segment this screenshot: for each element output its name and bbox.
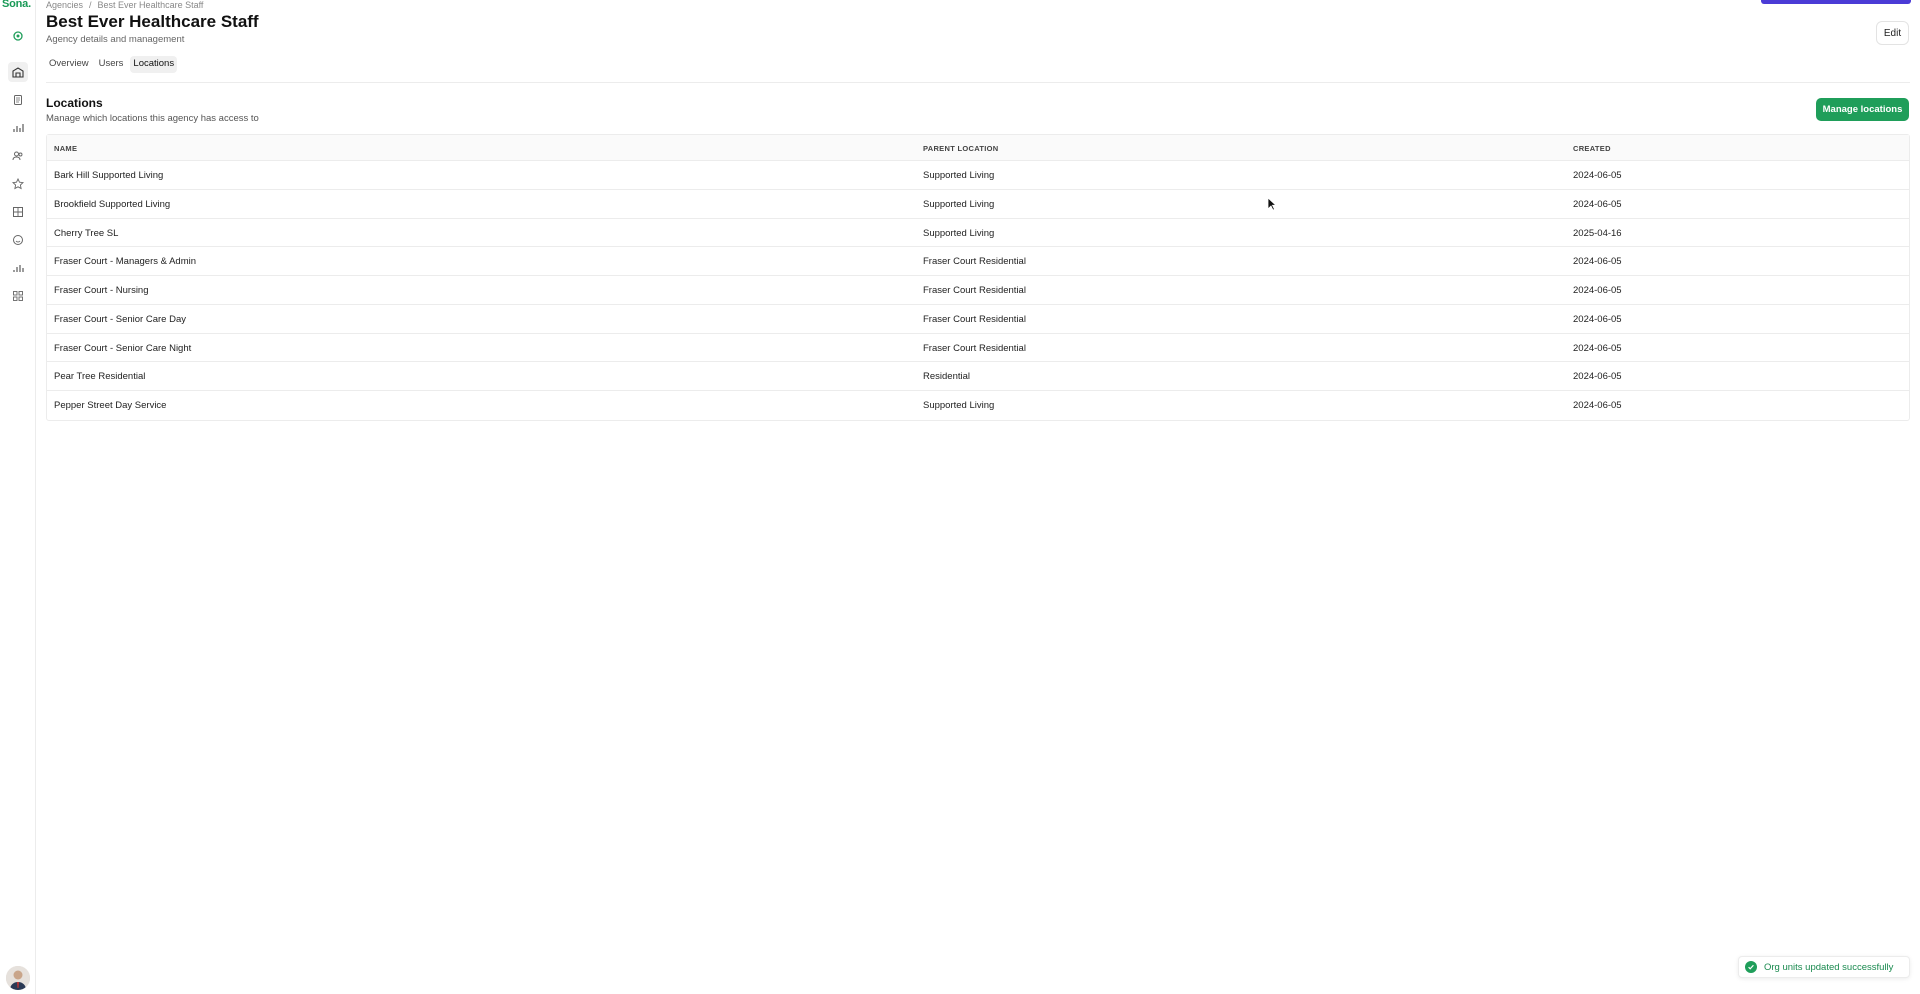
table-row[interactable]: Pear Tree Residential Residential 2024-0…: [47, 362, 1909, 391]
table-row[interactable]: Cherry Tree SL Supported Living 2025-04-…: [47, 219, 1909, 248]
table-header: NAME PARENT LOCATION CREATED: [47, 135, 1909, 161]
tab-locations[interactable]: Locations: [130, 56, 178, 73]
cell-name: Bark Hill Supported Living: [54, 170, 164, 181]
cell-parent: Supported Living: [923, 227, 995, 239]
cell-created: 2024-06-05: [1573, 256, 1622, 268]
column-header-name[interactable]: NAME: [54, 144, 77, 153]
user-avatar[interactable]: [6, 966, 30, 990]
top-accent-bar: [1761, 0, 1911, 4]
tab-overview[interactable]: Overview: [46, 56, 92, 73]
section-subtitle: Manage which locations this agency has a…: [46, 113, 259, 124]
table-row[interactable]: Fraser Court - Senior Care Night Fraser …: [47, 334, 1909, 363]
cell-parent: Fraser Court Residential: [923, 342, 1026, 354]
locations-table: NAME PARENT LOCATION CREATED Bark Hill S…: [46, 134, 1910, 421]
cell-name: Cherry Tree SL: [54, 227, 119, 239]
cell-created: 2024-06-05: [1573, 285, 1622, 296]
cell-parent: Fraser Court Residential: [923, 256, 1026, 268]
bar-chart-icon[interactable]: [8, 118, 28, 138]
cell-name: Fraser Court - Nursing: [54, 285, 149, 296]
cell-name: Brookfield Supported Living: [54, 198, 171, 210]
check-circle-icon: [1745, 961, 1757, 973]
edit-button[interactable]: Edit: [1876, 21, 1909, 45]
table-row[interactable]: Brookfield Supported Living Supported Li…: [47, 190, 1909, 219]
tab-bar: Overview Users Locations: [46, 56, 178, 73]
breadcrumb-current: Best Ever Healthcare Staff: [97, 0, 204, 10]
cell-parent: Residential: [923, 371, 970, 383]
cell-created: 2024-06-05: [1573, 342, 1622, 354]
cell-parent: Fraser Court Residential: [923, 285, 1026, 296]
column-header-created[interactable]: CREATED: [1573, 144, 1611, 153]
cell-name: Pepper Street Day Service: [54, 400, 167, 411]
breadcrumb-separator: /: [89, 0, 92, 10]
tab-users[interactable]: Users: [96, 56, 127, 73]
users-icon[interactable]: [8, 146, 28, 166]
documents-icon[interactable]: [8, 90, 28, 110]
cell-name: Fraser Court - Managers & Admin: [54, 256, 197, 268]
smile-icon[interactable]: [8, 230, 28, 250]
table-row[interactable]: Bark Hill Supported Living Supported Liv…: [47, 161, 1909, 190]
cell-created: 2024-06-05: [1573, 371, 1622, 383]
analytics-icon[interactable]: [8, 258, 28, 278]
page-title: Best Ever Healthcare Staff: [46, 12, 259, 31]
cell-created: 2025-04-16: [1573, 227, 1622, 239]
table-row[interactable]: Fraser Court - Senior Care Day Fraser Co…: [47, 305, 1909, 334]
table-row[interactable]: Fraser Court - Managers & Admin Fraser C…: [47, 247, 1909, 276]
section-title: Locations: [46, 96, 103, 110]
building-icon[interactable]: [8, 62, 28, 82]
cell-created: 2024-06-05: [1573, 313, 1622, 325]
app-logo[interactable]: Sona.: [2, 0, 31, 10]
sidebar: Sona.: [0, 0, 36, 994]
home-icon[interactable]: [8, 26, 28, 46]
column-header-parent-location[interactable]: PARENT LOCATION: [923, 144, 998, 153]
table-row[interactable]: Fraser Court - Nursing Fraser Court Resi…: [47, 276, 1909, 305]
header-divider: [46, 82, 1910, 83]
cell-parent: Fraser Court Residential: [923, 313, 1026, 325]
grid-icon[interactable]: [8, 202, 28, 222]
breadcrumb-agencies-link[interactable]: Agencies: [46, 0, 83, 10]
cell-created: 2024-06-05: [1573, 170, 1622, 181]
apps-icon[interactable]: [8, 286, 28, 306]
success-toast[interactable]: Org units updated successfully: [1738, 956, 1910, 978]
mouse-cursor-icon: [1267, 197, 1277, 211]
star-icon[interactable]: [8, 174, 28, 194]
cell-created: 2024-06-05: [1573, 198, 1622, 210]
cell-parent: Supported Living: [923, 198, 995, 210]
cell-parent: Supported Living: [923, 400, 995, 411]
cell-created: 2024-06-05: [1573, 400, 1622, 411]
breadcrumb: Agencies / Best Ever Healthcare Staff: [46, 0, 203, 10]
toast-message: Org units updated successfully: [1764, 961, 1894, 973]
cell-name: Pear Tree Residential: [54, 371, 146, 383]
page-subtitle: Agency details and management: [46, 34, 185, 45]
cell-parent: Supported Living: [923, 170, 995, 181]
manage-locations-button[interactable]: Manage locations: [1816, 98, 1909, 121]
table-row[interactable]: Pepper Street Day Service Supported Livi…: [47, 391, 1909, 420]
cell-name: Fraser Court - Senior Care Night: [54, 342, 192, 354]
cell-name: Fraser Court - Senior Care Day: [54, 313, 186, 325]
